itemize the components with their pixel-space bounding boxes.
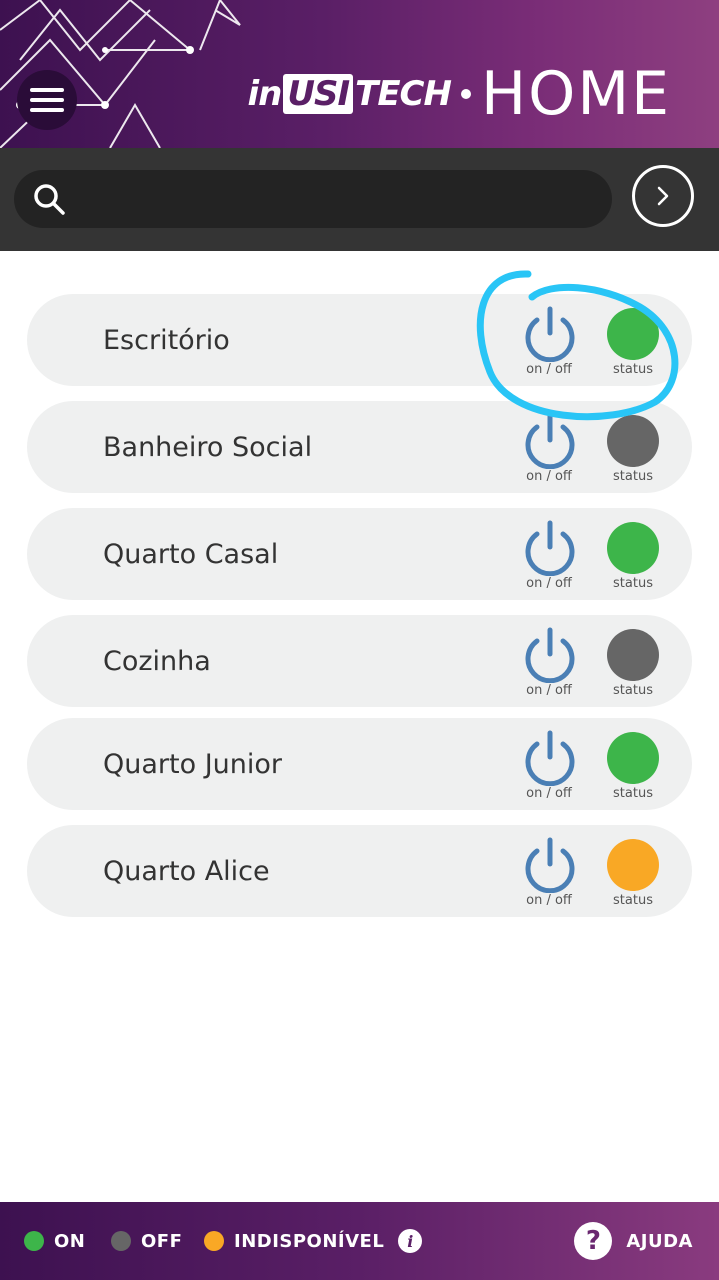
status-caption: status xyxy=(613,893,653,908)
search-go-button[interactable] xyxy=(632,165,694,227)
room-row-quarto-casal: Quarto Casal on / off status xyxy=(27,508,692,600)
hamburger-menu-icon xyxy=(30,88,64,112)
room-row-cozinha: Cozinha on / off status xyxy=(27,615,692,707)
power-button-icon[interactable] xyxy=(520,413,580,469)
status-caption: status xyxy=(613,576,653,591)
room-row-banheiro-social: Banheiro Social on / off status xyxy=(27,401,692,493)
status-caption: status xyxy=(613,362,653,377)
search-input[interactable] xyxy=(80,170,612,228)
power-caption: on / off xyxy=(526,576,572,591)
help-label: AJUDA xyxy=(626,1230,693,1252)
power-button-icon[interactable] xyxy=(520,306,580,362)
status-indicator xyxy=(607,839,659,891)
power-button-icon[interactable] xyxy=(520,837,580,893)
status-caption: status xyxy=(613,786,653,801)
room-name: Quarto Junior xyxy=(103,748,283,780)
search-field[interactable] xyxy=(14,170,612,228)
info-icon[interactable]: i xyxy=(398,1229,423,1253)
room-name: Quarto Casal xyxy=(103,538,279,570)
power-caption: on / off xyxy=(526,893,572,908)
chevron-right-icon xyxy=(657,186,669,206)
logo-separator-dot xyxy=(460,89,471,99)
room-row-quarto-junior: Quarto Junior on / off status xyxy=(27,718,692,810)
power-caption: on / off xyxy=(526,362,572,377)
room-name: Banheiro Social xyxy=(103,431,313,463)
status-indicator xyxy=(607,415,659,467)
app-header: in USI TECH HOME xyxy=(0,0,719,148)
search-bar xyxy=(0,148,719,251)
orange-dot-icon xyxy=(204,1231,224,1251)
legend-unavailable: INDISPONÍVEL i xyxy=(204,1202,423,1280)
status-indicator xyxy=(607,629,659,681)
legend-footer: ON OFF INDISPONÍVEL i ? AJUDA xyxy=(0,1202,719,1280)
green-dot-icon xyxy=(24,1231,44,1251)
help-button[interactable]: ? AJUDA xyxy=(574,1202,693,1280)
menu-button[interactable] xyxy=(17,70,77,130)
room-name: Escritório xyxy=(103,324,230,356)
power-caption: on / off xyxy=(526,786,572,801)
product-name: HOME xyxy=(480,59,671,129)
status-caption: status xyxy=(613,683,653,698)
legend-on: ON xyxy=(24,1202,85,1280)
status-indicator xyxy=(607,308,659,360)
room-row-quarto-alice: Quarto Alice on / off status xyxy=(27,825,692,917)
question-mark-icon: ? xyxy=(574,1222,613,1260)
power-button-icon[interactable] xyxy=(520,520,580,576)
status-indicator xyxy=(607,522,659,574)
room-name: Cozinha xyxy=(103,645,211,677)
power-button-icon[interactable] xyxy=(520,730,580,786)
legend-off: OFF xyxy=(111,1202,182,1280)
brand-wordmark: in USI TECH xyxy=(247,74,452,114)
room-row-escritorio: Escritório on / off status xyxy=(27,294,692,386)
search-icon xyxy=(34,184,65,215)
gray-dot-icon xyxy=(111,1231,131,1251)
room-name: Quarto Alice xyxy=(103,855,270,887)
status-caption: status xyxy=(613,469,653,484)
app-logo: in USI TECH HOME xyxy=(248,62,671,126)
status-indicator xyxy=(607,732,659,784)
power-button-icon[interactable] xyxy=(520,627,580,683)
power-caption: on / off xyxy=(526,469,572,484)
power-caption: on / off xyxy=(526,683,572,698)
